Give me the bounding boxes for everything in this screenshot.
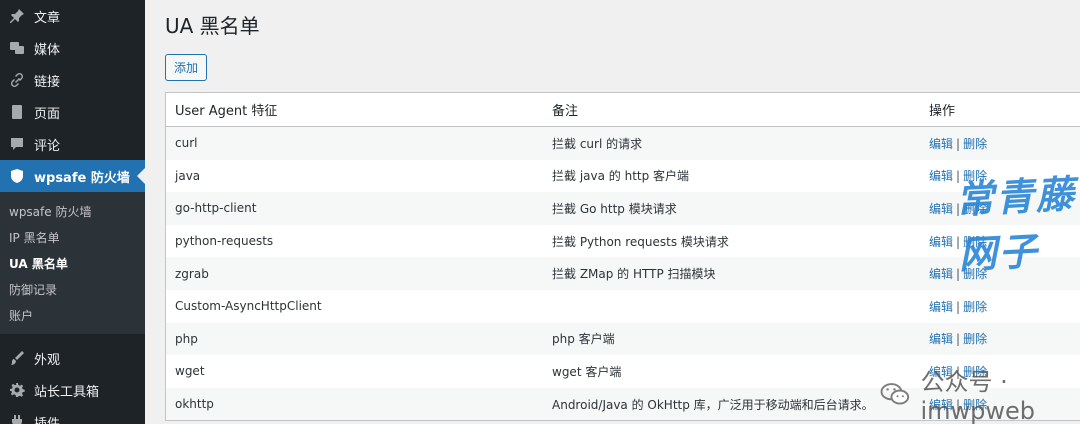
brush-icon xyxy=(8,349,26,367)
gear-icon xyxy=(8,381,26,399)
table-row: php php 客户端 编辑 | 删除 xyxy=(166,322,1080,356)
delete-link[interactable]: 删除 xyxy=(963,137,987,151)
action-separator: | xyxy=(956,332,961,347)
sidebar-item-media[interactable]: 媒体 xyxy=(0,32,145,64)
sidebar-item-webmaster-tools[interactable]: 站长工具箱 xyxy=(0,374,145,406)
page-icon xyxy=(8,103,26,121)
table-row: go-http-client 拦截 Go http 模块请求 编辑 | 删除 xyxy=(166,192,1080,225)
sidebar-item-posts[interactable]: 文章 xyxy=(0,0,145,32)
sidebar-item-label: 外观 xyxy=(34,352,61,368)
brand-watermark: 常青藤网子 xyxy=(954,172,1077,278)
actions-cell: 编辑 | 删除 xyxy=(920,298,1080,315)
column-header-note: 备注 xyxy=(552,104,579,119)
media-icon xyxy=(8,39,26,57)
edit-link[interactable]: 编辑 xyxy=(929,169,953,183)
edit-link[interactable]: 编辑 xyxy=(929,202,953,216)
sidebar-item-label: 插件 xyxy=(34,416,61,424)
note-cell: 拦截 ZMap 的 HTTP 扫描模块 xyxy=(552,267,716,282)
actions-cell: 编辑 | 删除 xyxy=(920,135,1080,152)
ua-cell: wget xyxy=(175,364,205,379)
shield-icon xyxy=(8,167,26,185)
edit-link[interactable]: 编辑 xyxy=(929,332,953,346)
ua-cell: zgrab xyxy=(175,266,209,281)
table-row: curl 拦截 curl 的请求 编辑 | 删除 xyxy=(166,127,1080,160)
delete-link[interactable]: 删除 xyxy=(963,332,987,346)
add-button[interactable]: 添加 xyxy=(165,54,208,81)
wechat-watermark: 公众号 · imwpweb xyxy=(880,362,1080,424)
ua-cell: Custom-AsyncHttpClient xyxy=(175,299,322,314)
link-icon xyxy=(8,71,26,89)
pin-icon xyxy=(8,7,26,25)
note-cell: 拦截 curl 的请求 xyxy=(552,136,643,151)
sidebar-item-label: 链接 xyxy=(34,74,61,90)
edit-link[interactable]: 编辑 xyxy=(929,235,953,249)
sidebar-item-label: 页面 xyxy=(34,106,61,122)
admin-sidebar: 文章 媒体 链接 页面 评论 wpsafe 防火墙 wpsafe 防火墙 IP … xyxy=(0,0,145,424)
sidebar-item-appearance[interactable]: 外观 xyxy=(0,342,145,374)
note-cell: Android/Java 的 OkHttp 库，广泛用于移动端和后台请求。 xyxy=(552,397,874,412)
wechat-icon xyxy=(880,382,910,404)
ua-cell: curl xyxy=(175,136,198,151)
action-separator: | xyxy=(956,136,961,151)
sidebar-item-label: 媒体 xyxy=(34,42,61,58)
sidebar-item-label: 评论 xyxy=(34,138,61,154)
column-header-ua: User Agent 特征 xyxy=(175,104,278,119)
ua-cell: php xyxy=(175,331,198,346)
table-row: zgrab 拦截 ZMap 的 HTTP 扫描模块 编辑 | 删除 xyxy=(166,257,1080,290)
submenu-item-account[interactable]: 账户 xyxy=(0,302,145,328)
submenu-item-firewall[interactable]: wpsafe 防火墙 xyxy=(0,198,145,224)
note-cell: 拦截 Python requests 模块请求 xyxy=(552,234,729,249)
delete-link[interactable]: 删除 xyxy=(963,300,987,314)
table-row: python-requests 拦截 Python requests 模块请求 编辑… xyxy=(166,225,1080,258)
submenu-item-ua-blacklist[interactable]: UA 黑名单 xyxy=(0,250,145,276)
sidebar-item-plugins[interactable]: 插件 xyxy=(0,406,145,424)
edit-link[interactable]: 编辑 xyxy=(929,267,953,281)
wpsafe-submenu: wpsafe 防火墙 IP 黑名单 UA 黑名单 防御记录 账户 xyxy=(0,192,145,334)
edit-link[interactable]: 编辑 xyxy=(929,300,953,314)
sidebar-item-pages[interactable]: 页面 xyxy=(0,96,145,128)
table-row: java 拦截 java 的 http 客户端 编辑 | 删除 xyxy=(166,160,1080,193)
submenu-item-defense-log[interactable]: 防御记录 xyxy=(0,276,145,302)
edit-link[interactable]: 编辑 xyxy=(929,137,953,151)
table-header: User Agent 特征 备注 操作 xyxy=(166,93,1080,127)
ua-cell: go-http-client xyxy=(175,201,257,216)
sidebar-item-label: 文章 xyxy=(34,10,61,26)
table-row: Custom-AsyncHttpClient 编辑 | 删除 xyxy=(166,290,1080,323)
main-content: UA 黑名单 添加 User Agent 特征 备注 操作 curl 拦截 cur… xyxy=(145,0,1080,424)
sidebar-item-comments[interactable]: 评论 xyxy=(0,128,145,160)
wechat-watermark-text: 公众号 · imwpweb xyxy=(920,368,1036,424)
action-separator: | xyxy=(956,299,961,314)
note-cell: 拦截 java 的 http 客户端 xyxy=(552,169,690,184)
ua-cell: okhttp xyxy=(175,397,214,412)
note-cell: php 客户端 xyxy=(552,332,615,347)
sidebar-item-links[interactable]: 链接 xyxy=(0,64,145,96)
comment-icon xyxy=(8,135,26,153)
column-header-actions: 操作 xyxy=(929,104,956,119)
note-cell: wget 客户端 xyxy=(552,364,622,379)
plugin-icon xyxy=(8,413,26,424)
actions-cell: 编辑 | 删除 xyxy=(920,330,1080,347)
ua-cell: java xyxy=(175,168,201,183)
note-cell: 拦截 Go http 模块请求 xyxy=(552,201,677,216)
page-title: UA 黑名单 xyxy=(165,14,260,38)
sidebar-item-label: wpsafe 防火墙 xyxy=(34,170,130,186)
sidebar-item-wpsafe[interactable]: wpsafe 防火墙 xyxy=(0,160,145,192)
sidebar-item-label: 站长工具箱 xyxy=(34,384,100,400)
submenu-item-ip-blacklist[interactable]: IP 黑名单 xyxy=(0,224,145,250)
ua-cell: python-requests xyxy=(175,234,274,249)
